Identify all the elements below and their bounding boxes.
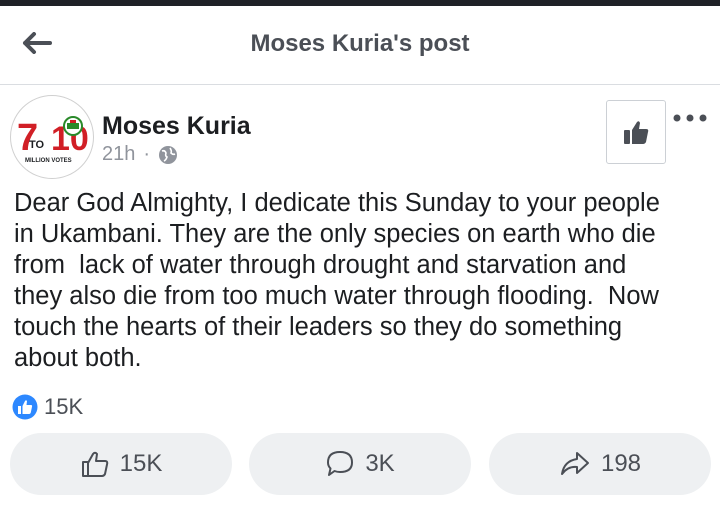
campaign-logo: 7 10 TO MILLION VOTES [12,97,92,177]
page-title: Moses Kuria's post [250,30,470,57]
logo-to-label: TO [29,139,45,151]
reaction-count: 15K [44,394,84,419]
like-button[interactable]: 15K [10,433,232,495]
post-body: Dear God Almighty, I dedicate this Sunda… [14,189,660,372]
thumbs-up-icon [624,121,649,144]
logo-tagline: MILLION VOTES [25,158,72,164]
author-name[interactable]: Moses Kuria [102,112,251,141]
comment-button[interactable]: 3K [249,433,471,495]
more-options-button[interactable] [670,106,710,130]
thumbs-up-outline-icon [81,451,108,477]
share-count: 198 [600,450,642,477]
like-count: 15K [119,450,163,477]
post-meta: 21h · [102,143,178,166]
post-actions: 15K 3K 198 [0,433,720,495]
avatar[interactable]: 7 10 TO MILLION VOTES [10,95,94,179]
comment-bubble-icon [327,451,354,476]
comment-count: 3K [365,450,395,477]
meta-separator: · [143,143,151,165]
globe-icon [159,145,178,164]
share-button[interactable]: 198 [489,433,711,495]
reactions-summary[interactable]: 15K [12,394,83,420]
more-dots-icon [673,114,707,122]
like-page-button[interactable] [606,100,666,164]
logo-number-left: 7 [17,117,38,159]
share-arrow-icon [560,452,589,475]
like-reaction-icon [12,394,38,420]
post-time[interactable]: 21h [102,143,135,166]
page-header: Moses Kuria's post [0,6,720,85]
